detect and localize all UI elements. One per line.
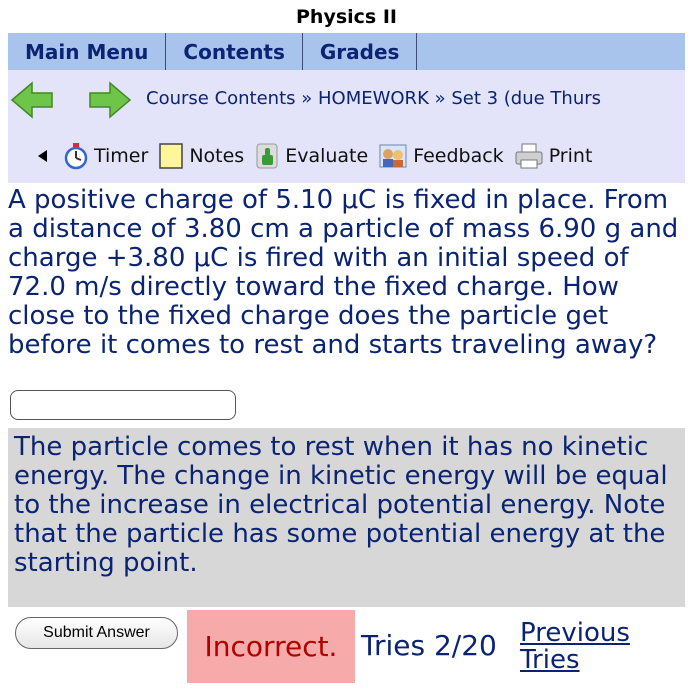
timer-icon — [64, 143, 88, 170]
printer-icon — [515, 143, 543, 169]
thumbs-up-icon — [256, 143, 278, 169]
notes-label: Notes — [189, 145, 245, 167]
tries-counter: Tries 2/20 — [361, 629, 497, 662]
notes-icon — [159, 143, 184, 169]
menu-contents[interactable]: Contents — [166, 33, 303, 70]
toolbar: Timer Notes Evaluate Feedback Print — [38, 142, 602, 170]
answer-input[interactable] — [10, 390, 236, 420]
timer-label: Timer — [94, 145, 149, 167]
menu-main-menu[interactable]: Main Menu — [8, 33, 167, 70]
status-badge: Incorrect. — [187, 610, 355, 683]
print-label: Print — [548, 145, 593, 167]
evaluate-label: Evaluate — [285, 145, 369, 167]
breadcrumb[interactable]: Course Contents » HOMEWORK » Set 3 (due … — [146, 88, 601, 109]
problem-text: A positive charge of 5.10 μC is fixed in… — [8, 185, 679, 360]
forward-arrow-icon[interactable] — [86, 80, 134, 120]
feedback-button[interactable]: Feedback — [378, 142, 504, 170]
previous-tries-link[interactable]: Previous Tries — [520, 620, 630, 674]
print-button[interactable]: Print — [514, 142, 593, 170]
feedback-icon — [379, 144, 407, 168]
menu-grades[interactable]: Grades — [303, 33, 418, 70]
notes-button[interactable]: Notes — [158, 142, 244, 170]
evaluate-button[interactable]: Evaluate — [254, 142, 368, 170]
submit-answer-button[interactable]: Submit Answer — [15, 617, 178, 649]
timer-button[interactable]: Timer — [63, 142, 148, 170]
back-arrow-icon[interactable] — [8, 80, 56, 120]
collapse-triangle-icon[interactable] — [38, 150, 47, 162]
main-menubar: Main Menu Contents Grades — [8, 33, 685, 70]
page-title: Physics II — [296, 6, 397, 28]
hint-box: The particle comes to rest when it has n… — [8, 428, 685, 607]
navigation-panel: Course Contents » HOMEWORK » Set 3 (due … — [8, 70, 685, 183]
feedback-label: Feedback — [413, 145, 504, 167]
